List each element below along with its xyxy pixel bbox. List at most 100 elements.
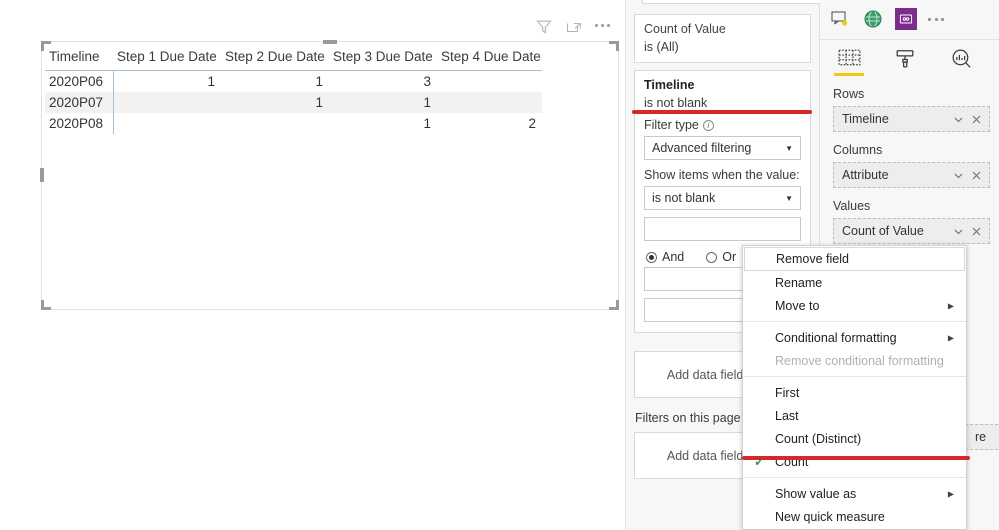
field-context-menu[interactable]: Remove field Rename Move to ▶ Conditiona… <box>742 245 967 530</box>
filter-card-title: Timeline <box>644 78 695 92</box>
chevron-down-icon <box>954 172 963 178</box>
chevron-down-icon <box>954 228 963 234</box>
chevron-right-icon: ▶ <box>947 301 954 310</box>
annotation-underline-is-not-blank <box>632 110 812 114</box>
radio-or[interactable]: Or <box>706 250 736 264</box>
cell-step3: 3 <box>423 74 431 89</box>
radio-or-indicator <box>706 251 718 263</box>
visual-type-gallery[interactable] <box>820 0 999 39</box>
more-options-icon[interactable] <box>595 24 610 29</box>
resize-handle-top-right-v[interactable] <box>616 41 619 51</box>
radio-and-indicator <box>646 251 657 263</box>
resize-handle-top-center[interactable] <box>323 40 337 44</box>
cell-step4 <box>437 92 542 113</box>
values-well-field-count-of-value[interactable]: Count of Value <box>833 218 990 244</box>
visualization-pane-tabs[interactable] <box>820 39 999 76</box>
close-x-icon <box>972 171 981 179</box>
radio-and[interactable]: And <box>646 250 684 264</box>
cell-step1 <box>113 92 221 113</box>
rows-well-field-timeline[interactable]: Timeline <box>833 106 990 132</box>
columns-well-field-attribute[interactable]: Attribute <box>833 162 990 188</box>
column-header-timeline[interactable]: Timeline <box>45 45 113 71</box>
cell-timeline: 2020P07 <box>45 92 114 113</box>
menu-item-move-to[interactable]: Move to ▶ <box>743 294 966 317</box>
menu-item-new-quick-measure[interactable]: New quick measure <box>743 505 966 528</box>
cell-step3: 1 <box>423 116 431 131</box>
filter-card-partial[interactable] <box>642 0 821 4</box>
format-tab[interactable] <box>890 48 920 76</box>
menu-separator <box>743 477 966 478</box>
cell-step1 <box>113 113 221 134</box>
menu-item-count-distinct[interactable]: Count (Distinct) <box>743 427 966 450</box>
filter-card-count-of-value[interactable]: Count of Value is (All) <box>634 14 811 63</box>
rows-well-field-label: Timeline <box>842 112 889 126</box>
filter-icon[interactable] <box>535 18 552 35</box>
table-row[interactable]: 2020P07 1 1 <box>45 92 542 113</box>
columns-well-field-label: Attribute <box>842 168 889 182</box>
menu-item-remove-field[interactable]: Remove field <box>744 247 965 271</box>
menu-item-last[interactable]: Last <box>743 404 966 427</box>
table-row[interactable]: 2020P06 1 1 3 <box>45 70 542 93</box>
resize-handle-bottom-right-v[interactable] <box>616 300 619 310</box>
rows-well-label: Rows <box>833 87 865 101</box>
condition-select-1[interactable]: is not blank ▼ <box>644 186 801 210</box>
column-header-step2[interactable]: Step 2 Due Date <box>221 45 329 71</box>
cell-timeline: 2020P06 <box>45 70 114 92</box>
resize-handle-bottom-left-v[interactable] <box>41 300 44 310</box>
column-header-step4[interactable]: Step 4 Due Date <box>437 45 542 71</box>
power-bi-report-view: Timeline Step 1 Due Date Step 2 Due Date… <box>0 0 999 530</box>
resize-handle-top-left-v[interactable] <box>41 41 44 51</box>
format-tab-indicator <box>890 73 920 76</box>
chevron-down-icon: ▼ <box>785 143 793 153</box>
chevron-right-icon: ▶ <box>947 489 954 498</box>
focus-mode-icon[interactable] <box>565 18 582 35</box>
menu-item-remove-conditional-formatting: Remove conditional formatting <box>775 353 944 368</box>
analytics-tab[interactable] <box>946 48 976 76</box>
info-icon[interactable]: i <box>702 119 714 131</box>
condition-input-1[interactable] <box>644 217 801 241</box>
table-header-row: Timeline Step 1 Due Date Step 2 Due Date… <box>45 45 542 71</box>
close-x-icon <box>972 115 981 123</box>
table-row[interactable]: 2020P08 1 2 <box>45 113 542 134</box>
filter-type-text: Filter type <box>644 118 699 132</box>
fields-tab[interactable] <box>834 48 864 76</box>
globe-map-icon[interactable] <box>862 8 884 30</box>
matrix-table-icon[interactable] <box>895 8 917 30</box>
occluded-well-label: re <box>975 430 987 444</box>
kpi-card-icon[interactable] <box>829 8 851 30</box>
radio-and-label: And <box>662 250 685 264</box>
cell-timeline: 2020P08 <box>45 113 114 134</box>
report-canvas[interactable]: Timeline Step 1 Due Date Step 2 Due Date… <box>0 0 625 530</box>
resize-handle-middle-left[interactable] <box>40 168 44 182</box>
cell-step3: 1 <box>329 92 437 113</box>
visual-header-toolbar[interactable] <box>535 18 610 35</box>
fields-tab-indicator <box>834 73 864 76</box>
filter-card-subtitle: is (All) <box>644 40 679 54</box>
filter-type-select[interactable]: Advanced filtering ▼ <box>644 136 801 160</box>
columns-well-label: Columns <box>833 143 883 157</box>
chevron-down-icon <box>954 116 963 122</box>
menu-item-count[interactable]: ✓ Count <box>743 450 966 473</box>
menu-item-first[interactable]: First <box>743 381 966 404</box>
cell-step4 <box>437 71 542 93</box>
cell-step1: 1 <box>207 74 215 89</box>
filter-type-value: Advanced filtering <box>652 141 752 155</box>
cell-step2 <box>221 113 329 134</box>
column-header-step1[interactable]: Step 1 Due Date <box>113 45 221 71</box>
condition-value-1: is not blank <box>652 191 716 205</box>
menu-item-rename[interactable]: Rename <box>743 271 966 294</box>
menu-item-conditional-formatting[interactable]: Conditional formatting ▶ <box>743 326 966 349</box>
cell-step4: 2 <box>528 116 536 131</box>
chevron-right-icon: ▶ <box>947 333 954 342</box>
values-well-field-label: Count of Value <box>842 224 924 238</box>
cell-step2: 1 <box>315 74 323 89</box>
matrix-visual[interactable]: Timeline Step 1 Due Date Step 2 Due Date… <box>45 45 545 134</box>
filter-card-title: Count of Value <box>644 22 726 36</box>
radio-or-label: Or <box>722 250 737 264</box>
column-header-step3[interactable]: Step 3 Due Date <box>329 45 437 71</box>
annotation-underline-count <box>742 456 970 460</box>
menu-item-show-value-as[interactable]: Show value as ▶ <box>743 482 966 505</box>
menu-separator <box>743 321 966 322</box>
analytics-tab-indicator <box>946 73 976 76</box>
more-visuals-icon[interactable] <box>928 17 944 21</box>
